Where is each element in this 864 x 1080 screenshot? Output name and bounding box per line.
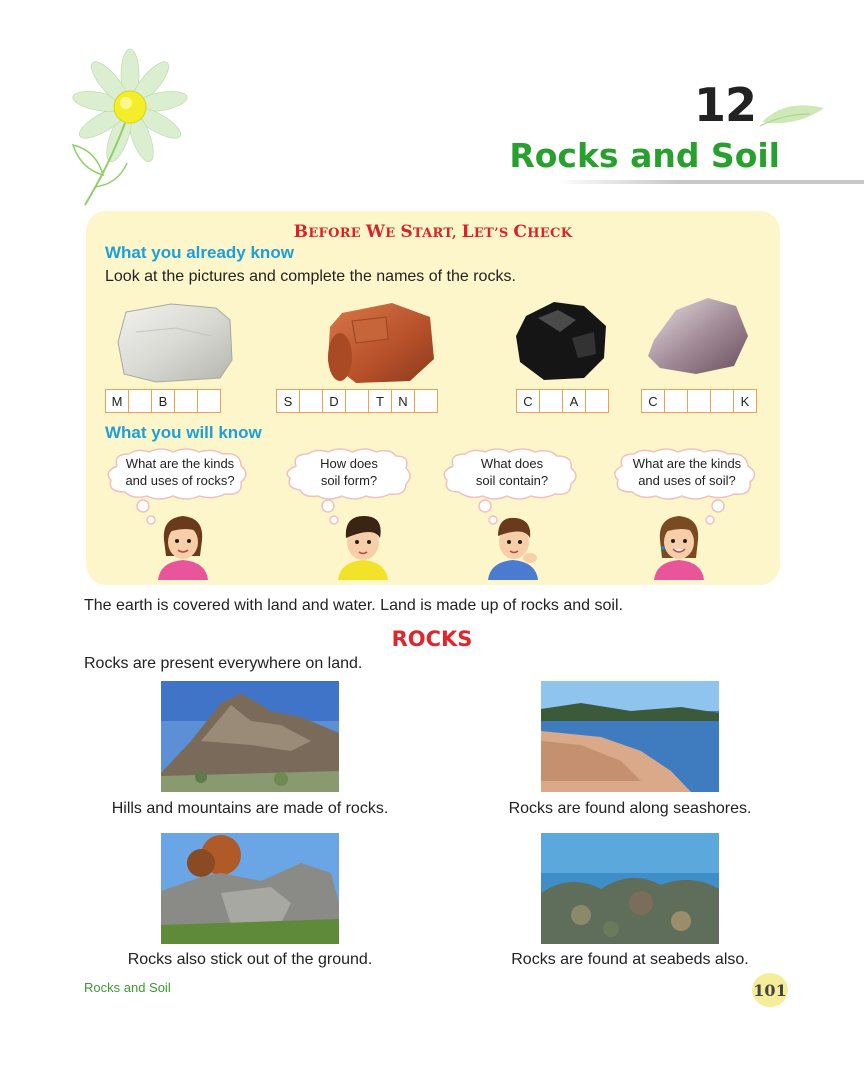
letter-box[interactable]: K [733, 389, 757, 413]
girl-illustration [158, 516, 208, 580]
letter-box[interactable]: D [322, 389, 346, 413]
bubble-text-line: soil form? [320, 473, 378, 488]
boy-illustration [338, 516, 388, 580]
marble-rock-image [117, 303, 233, 383]
letter-box[interactable] [664, 389, 688, 413]
caption-seashores: Rocks are found along seashores. [508, 800, 752, 817]
letter-box[interactable] [174, 389, 198, 413]
letter-box[interactable]: A [562, 389, 586, 413]
word-boxes-2: S D T N [276, 389, 438, 413]
letter-box[interactable] [539, 389, 563, 413]
thinking-boy-illustration [488, 517, 538, 580]
letter-box[interactable]: N [391, 389, 415, 413]
will-know-heading: What you will know [105, 423, 262, 442]
letter-box[interactable] [345, 389, 369, 413]
mountain-photo [161, 681, 339, 792]
letter-box[interactable]: C [641, 389, 665, 413]
letter-box[interactable] [414, 389, 438, 413]
letter-box[interactable] [128, 389, 152, 413]
leaf-decoration [759, 105, 824, 127]
running-footer: Rocks and Soil [84, 980, 171, 995]
letter-box[interactable] [585, 389, 609, 413]
bubble-text-line: How does [320, 456, 378, 471]
chalk-rock-image [648, 298, 748, 374]
letter-box[interactable] [299, 389, 323, 413]
smiling-girl-illustration [654, 516, 704, 580]
already-know-heading: What you already know [105, 243, 294, 262]
caption-mountains: Hills and mountains are made of rocks. [111, 800, 389, 817]
word-boxes-3: C A [516, 389, 609, 413]
bubble-text-line: soil contain? [475, 473, 549, 488]
letter-box[interactable]: T [368, 389, 392, 413]
section-lead: Rocks are present everywhere on land. [84, 655, 363, 672]
letter-box[interactable]: C [516, 389, 540, 413]
seashore-photo [541, 681, 719, 792]
letter-box[interactable]: B [151, 389, 175, 413]
letter-box[interactable] [687, 389, 711, 413]
seabed-photo [541, 833, 719, 944]
chapter-number: 12 [693, 78, 757, 132]
bubble-text-line: What are the kinds [125, 456, 235, 471]
bubble-text-line: and uses of rocks? [125, 473, 235, 488]
bubble-text-line: and uses of soil? [638, 473, 736, 488]
outcrop-photo [161, 833, 339, 944]
letter-box[interactable]: M [105, 389, 129, 413]
title-underline [555, 180, 864, 184]
caption-ground: Rocks also stick out of the ground. [127, 951, 373, 968]
word-boxes-4: C K [641, 389, 757, 413]
page-number: 101 [752, 973, 788, 1007]
sandstone-rock-image [328, 303, 434, 383]
flower-illustration [71, 48, 188, 206]
chapter-title: Rocks and Soil [509, 136, 780, 175]
letter-box[interactable] [710, 389, 734, 413]
word-boxes-1: M B [105, 389, 221, 413]
bubble-text-line: What are the kinds [632, 456, 742, 471]
bubble-text-line: What does [480, 456, 544, 471]
section-title: ROCKS [391, 627, 473, 651]
caption-seabeds: Rocks are found at seabeds also. [511, 951, 749, 968]
instruction-text: Look at the pictures and complete the na… [105, 268, 516, 285]
intro-paragraph: The earth is covered with land and water… [84, 597, 623, 614]
letter-box[interactable]: S [276, 389, 300, 413]
coal-rock-image [516, 302, 606, 380]
panel-heading: BEFORE WE START, LET’S CHECK [293, 222, 573, 242]
letter-box[interactable] [197, 389, 221, 413]
